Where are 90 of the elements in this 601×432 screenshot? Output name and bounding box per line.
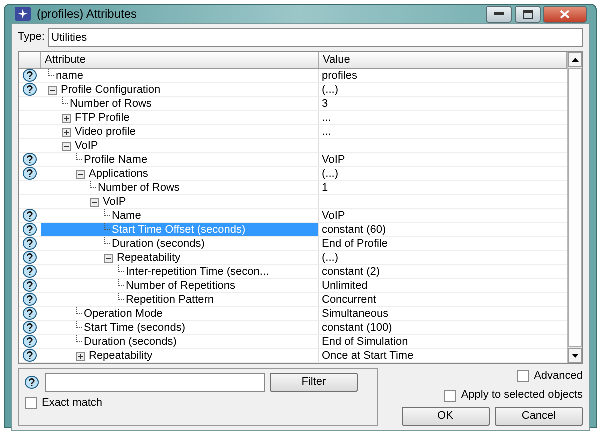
collapse-icon[interactable]: [76, 170, 85, 179]
help-icon[interactable]: [23, 251, 37, 264]
attribute-name: Name: [112, 210, 142, 222]
checkbox-label: Advanced: [534, 369, 583, 384]
attribute-name: Duration (seconds): [84, 336, 177, 348]
collapse-icon[interactable]: [48, 86, 57, 95]
help-icon[interactable]: [23, 279, 37, 292]
attribute-name: Number of Rows: [98, 182, 180, 194]
attribute-name: VoIP: [103, 196, 126, 208]
type-label: Type:: [18, 30, 45, 46]
attribute-value: End of Profile: [322, 238, 388, 250]
attribute-value: constant (60): [322, 224, 386, 236]
attribute-value: Unlimited: [322, 280, 368, 292]
attribute-name: Inter-repetition Time (secon...: [126, 266, 270, 278]
attribute-name: Number of Rows: [70, 98, 152, 110]
scrollbar[interactable]: [567, 52, 582, 363]
attribute-name: Start Time (seconds): [84, 322, 186, 334]
attribute-name: Number of Repetitions: [126, 280, 236, 292]
attribute-value: End of Simulation: [322, 336, 408, 348]
attribute-name: Profile Configuration: [61, 84, 161, 96]
advanced-checkbox[interactable]: [517, 370, 530, 382]
help-icon[interactable]: [23, 265, 37, 278]
header-cell: [19, 52, 41, 68]
filter-field[interactable]: [44, 373, 264, 392]
attribute-value: VoIP: [322, 210, 346, 222]
app-icon: [15, 7, 31, 21]
filter-button[interactable]: Filter: [270, 373, 358, 392]
expand-icon[interactable]: [62, 114, 71, 123]
expand-icon[interactable]: [62, 128, 71, 137]
apply-checkbox[interactable]: [444, 390, 456, 402]
attribute-name: VoIP: [75, 140, 98, 152]
checkbox-label: Exact match: [42, 396, 103, 411]
attribute-name: Operation Mode: [84, 308, 163, 320]
close-button[interactable]: [543, 6, 588, 22]
collapse-icon[interactable]: [104, 254, 113, 263]
close-icon: [560, 10, 570, 18]
maximize-icon: [522, 10, 532, 18]
help-icon[interactable]: [23, 223, 37, 236]
attribute-name: name: [56, 70, 84, 82]
help-icon[interactable]: [23, 335, 37, 348]
attribute-name: Repeatability: [89, 350, 153, 362]
exact-match-checkbox[interactable]: [25, 397, 37, 410]
help-icon[interactable]: [23, 83, 37, 96]
help-icon[interactable]: [23, 209, 37, 222]
attribute-value: Once at Start Time: [322, 350, 414, 362]
help-icon[interactable]: [25, 376, 39, 389]
attribute-name: Repetition Pattern: [126, 294, 214, 306]
attribute-value: (...): [322, 252, 338, 264]
checkbox-label: Apply to selected objects: [461, 388, 583, 404]
attribute-value: ...: [322, 112, 332, 124]
minimize-button[interactable]: [486, 6, 512, 22]
maximize-button[interactable]: [514, 6, 540, 22]
help-icon[interactable]: [23, 167, 37, 180]
help-icon[interactable]: [23, 307, 37, 320]
attribute-value: constant (100): [322, 322, 392, 334]
attribute-value: 1: [322, 182, 328, 194]
up-arrow-icon: [572, 58, 578, 62]
attribute-value: Concurrent: [322, 294, 376, 306]
cancel-button[interactable]: Cancel: [495, 406, 583, 426]
collapse-icon[interactable]: [62, 142, 71, 151]
attribute-name: Profile Name: [84, 154, 148, 166]
help-icon[interactable]: [23, 293, 37, 306]
attribute-name: Duration (seconds): [112, 238, 205, 250]
attribute-name: Video profile: [75, 126, 136, 138]
help-icon[interactable]: [23, 69, 37, 82]
help-icon[interactable]: [23, 321, 37, 334]
ok-button[interactable]: OK: [402, 406, 490, 426]
attribute-value: 3: [322, 98, 328, 110]
attribute-value: (...): [322, 84, 338, 96]
column-header[interactable]: Attribute: [41, 52, 319, 68]
help-icon[interactable]: [23, 153, 37, 166]
type-field[interactable]: Utilities: [48, 28, 583, 47]
attribute-name: Applications: [89, 168, 148, 180]
attribute-value: VoIP: [322, 154, 346, 166]
help-icon[interactable]: [23, 349, 37, 362]
attribute-value: Simultaneous: [322, 308, 389, 320]
column-header[interactable]: Value: [319, 52, 567, 68]
down-arrow-icon: [572, 354, 578, 358]
attribute-name: Repeatability: [117, 252, 181, 264]
window-title: (profiles) Attributes: [37, 6, 138, 23]
attribute-name: FTP Profile: [75, 112, 130, 124]
attribute-name: Start Time Offset (seconds): [112, 224, 246, 236]
help-icon[interactable]: [23, 237, 37, 250]
attribute-value: ...: [322, 126, 332, 138]
minimize-icon: [494, 12, 504, 16]
attribute-value: constant (2): [322, 266, 380, 278]
collapse-icon[interactable]: [90, 198, 99, 207]
attribute-value: profiles: [322, 70, 358, 82]
expand-icon[interactable]: [76, 352, 85, 361]
attribute-value: (...): [322, 168, 338, 180]
